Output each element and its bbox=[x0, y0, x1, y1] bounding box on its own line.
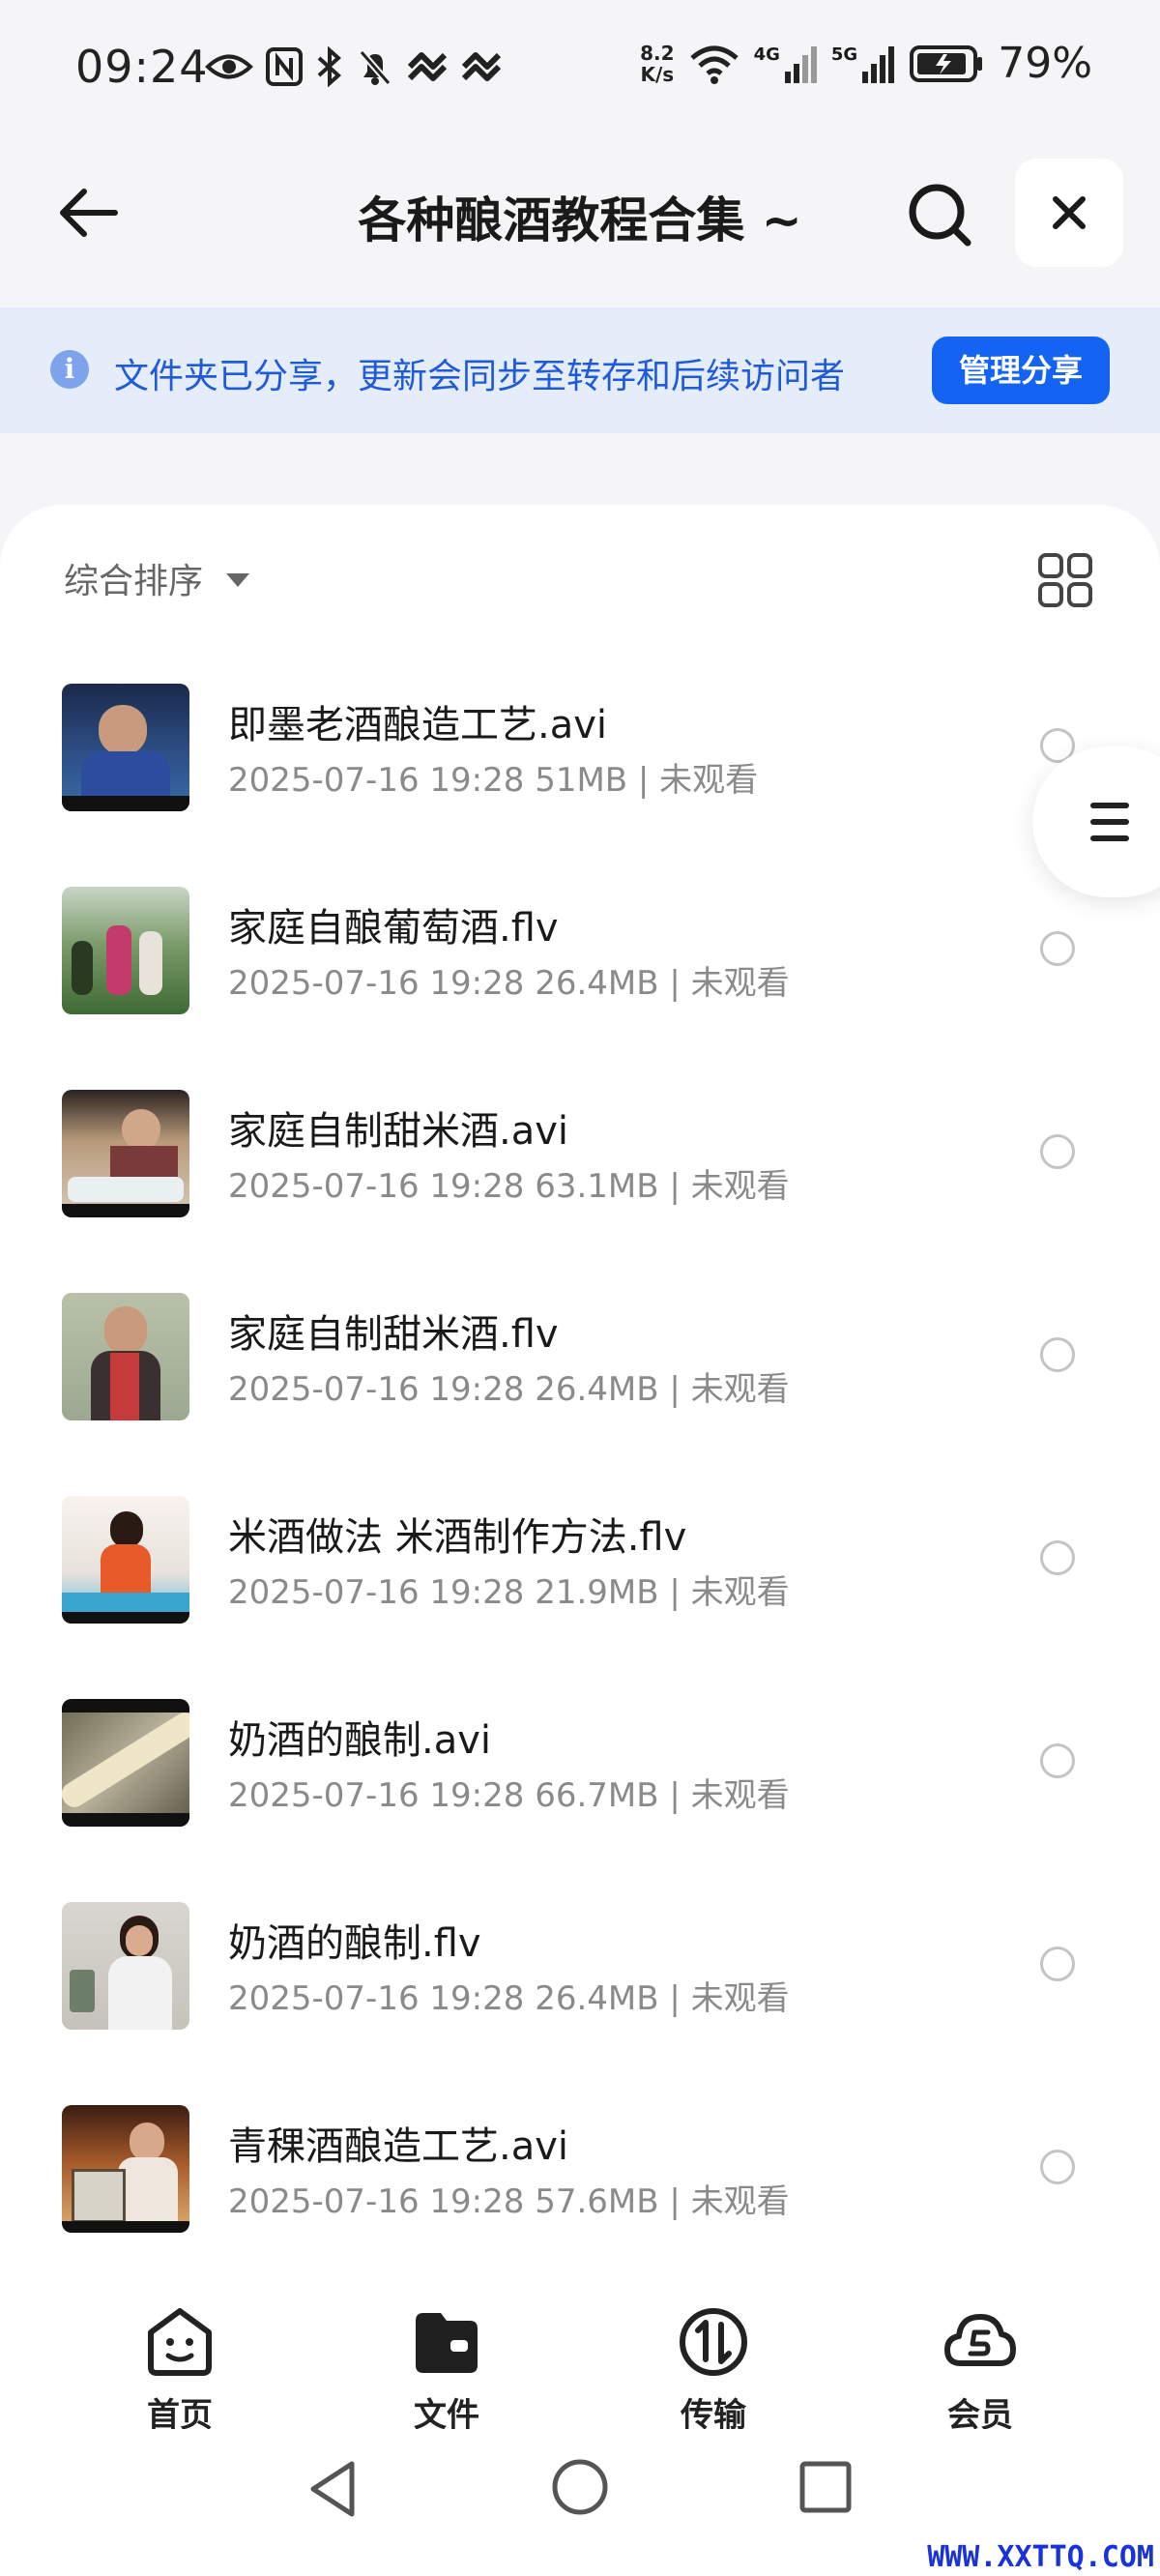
caret-down-icon bbox=[226, 573, 250, 587]
share-notice-text: 文件夹已分享，更新会同步至转存和后续访问者 bbox=[114, 357, 846, 396]
video-thumbnail bbox=[62, 1902, 189, 2030]
file-meta: 2025-07-16 19:28 63.1MB | 未观看 bbox=[228, 1167, 790, 1206]
nav-home-icon[interactable] bbox=[551, 2458, 609, 2516]
select-radio[interactable] bbox=[1040, 1134, 1075, 1169]
tab-vip[interactable]: 会员 bbox=[903, 2303, 1058, 2436]
signal-bars-icon bbox=[784, 45, 817, 83]
list-item[interactable]: 即墨老酒酿造工艺.avi 2025-07-16 19:28 51MB | 未观看 bbox=[0, 684, 1160, 848]
battery-charging-icon bbox=[910, 44, 983, 82]
wifi-icon bbox=[689, 45, 739, 84]
file-meta: 2025-07-16 19:28 57.6MB | 未观看 bbox=[228, 2182, 790, 2221]
signal-4g: 4G bbox=[754, 44, 818, 83]
app-notification-icon-2 bbox=[461, 52, 502, 81]
search-icon bbox=[909, 184, 972, 247]
sort-dropdown[interactable]: 综合排序 bbox=[64, 553, 250, 603]
list-item[interactable]: 家庭自酿葡萄酒.flv 2025-07-16 19:28 26.4MB | 未观… bbox=[0, 887, 1160, 1051]
video-thumbnail bbox=[62, 2105, 189, 2233]
sort-label: 综合排序 bbox=[64, 562, 204, 601]
tab-transfer[interactable]: 传输 bbox=[636, 2303, 791, 2436]
vip-cloud-icon bbox=[944, 2314, 1016, 2366]
close-icon bbox=[1053, 196, 1086, 229]
select-radio[interactable] bbox=[1040, 931, 1075, 966]
network-speed: 8.2 K/s bbox=[640, 41, 675, 86]
video-thumbnail bbox=[62, 1496, 189, 1624]
file-name: 家庭自酿葡萄酒.flv bbox=[228, 906, 559, 951]
file-name: 家庭自制甜米酒.flv bbox=[228, 1312, 559, 1357]
list-item[interactable]: 米酒做法 米酒制作方法.flv 2025-07-16 19:28 21.9MB … bbox=[0, 1496, 1160, 1660]
mute-bell-icon bbox=[359, 49, 392, 86]
file-list-card: 综合排序 即墨老酒酿造工艺.avi 2025-07-16 19:28 51MB … bbox=[0, 505, 1160, 2284]
signal-bars-icon bbox=[862, 45, 895, 83]
header: 各种酿酒教程合集 ~ bbox=[0, 145, 1160, 280]
file-name: 米酒做法 米酒制作方法.flv bbox=[228, 1515, 687, 1560]
file-meta: 2025-07-16 19:28 21.9MB | 未观看 bbox=[228, 1573, 790, 1612]
file-meta: 2025-07-16 19:28 26.4MB | 未观看 bbox=[228, 964, 790, 1003]
battery-percent: 79% bbox=[998, 39, 1092, 88]
bottom-tab-bar: 首页 文件 传输 会员 bbox=[0, 2284, 1160, 2435]
status-time: 09:24 bbox=[75, 41, 209, 93]
nfc-icon bbox=[266, 47, 303, 86]
file-meta: 2025-07-16 19:28 26.4MB | 未观看 bbox=[228, 1370, 790, 1409]
status-notification-icons bbox=[205, 46, 503, 87]
video-thumbnail bbox=[62, 887, 189, 1014]
video-thumbnail bbox=[62, 1090, 189, 1217]
select-radio[interactable] bbox=[1040, 1337, 1075, 1372]
list-item[interactable]: 家庭自制甜米酒.flv 2025-07-16 19:28 26.4MB | 未观… bbox=[0, 1293, 1160, 1457]
list-item[interactable]: 家庭自制甜米酒.avi 2025-07-16 19:28 63.1MB | 未观… bbox=[0, 1090, 1160, 1254]
select-radio[interactable] bbox=[1040, 1540, 1075, 1575]
file-meta: 2025-07-16 19:28 26.4MB | 未观看 bbox=[228, 1979, 790, 2018]
file-name: 家庭自制甜米酒.avi bbox=[228, 1109, 569, 1154]
video-thumbnail bbox=[62, 1293, 189, 1420]
signal-5g: 5G bbox=[831, 44, 895, 83]
status-bar: 09:24 8.2 K/s 4G 5G 79% bbox=[0, 0, 1160, 145]
eye-icon bbox=[205, 54, 253, 79]
system-navigation-bar: WWW.XXTTQ.COM bbox=[0, 2429, 1160, 2576]
share-notice-banner: i 文件夹已分享，更新会同步至转存和后续访问者 管理分享 bbox=[0, 307, 1160, 433]
file-name: 即墨老酒酿造工艺.avi bbox=[228, 703, 608, 747]
app-notification-icon bbox=[407, 52, 448, 81]
info-icon: i bbox=[50, 350, 89, 389]
nav-back-icon[interactable] bbox=[305, 2458, 363, 2520]
file-name: 奶酒的酿制.avi bbox=[228, 1718, 492, 1763]
video-thumbnail bbox=[62, 684, 189, 811]
file-meta: 2025-07-16 19:28 51MB | 未观看 bbox=[228, 761, 759, 800]
search-button[interactable] bbox=[899, 174, 980, 255]
home-smile-icon bbox=[148, 2308, 212, 2376]
file-meta: 2025-07-16 19:28 66.7MB | 未观看 bbox=[228, 1776, 790, 1815]
nav-recents-icon[interactable] bbox=[798, 2460, 853, 2514]
select-radio[interactable] bbox=[1040, 1743, 1075, 1778]
grid-view-icon[interactable] bbox=[1036, 551, 1094, 609]
select-radio[interactable] bbox=[1040, 1947, 1075, 1981]
video-thumbnail bbox=[62, 1699, 189, 1827]
file-name: 青稞酒酿造工艺.avi bbox=[228, 2124, 569, 2169]
close-button[interactable] bbox=[1015, 159, 1123, 267]
watermark-text: WWW.XXTTQ.COM bbox=[927, 2540, 1154, 2574]
list-item[interactable]: 青稞酒酿造工艺.avi 2025-07-16 19:28 57.6MB | 未观… bbox=[0, 2105, 1160, 2269]
file-name: 奶酒的酿制.flv bbox=[228, 1921, 481, 1966]
list-item[interactable]: 奶酒的酿制.flv 2025-07-16 19:28 26.4MB | 未观看 bbox=[0, 1902, 1160, 2066]
tab-home[interactable]: 首页 bbox=[102, 2303, 257, 2436]
status-system-icons: 8.2 K/s 4G 5G 79% bbox=[640, 39, 1092, 88]
list-item[interactable]: 奶酒的酿制.avi 2025-07-16 19:28 66.7MB | 未观看 bbox=[0, 1699, 1160, 1863]
select-radio[interactable] bbox=[1040, 2150, 1075, 2184]
bluetooth-icon bbox=[317, 46, 341, 87]
tab-files[interactable]: 文件 bbox=[369, 2303, 524, 2436]
page-title: 各种酿酒教程合集 ~ bbox=[358, 192, 802, 249]
folder-icon bbox=[416, 2313, 478, 2373]
transfer-icon bbox=[680, 2308, 747, 2376]
manage-share-button[interactable]: 管理分享 bbox=[932, 337, 1110, 404]
